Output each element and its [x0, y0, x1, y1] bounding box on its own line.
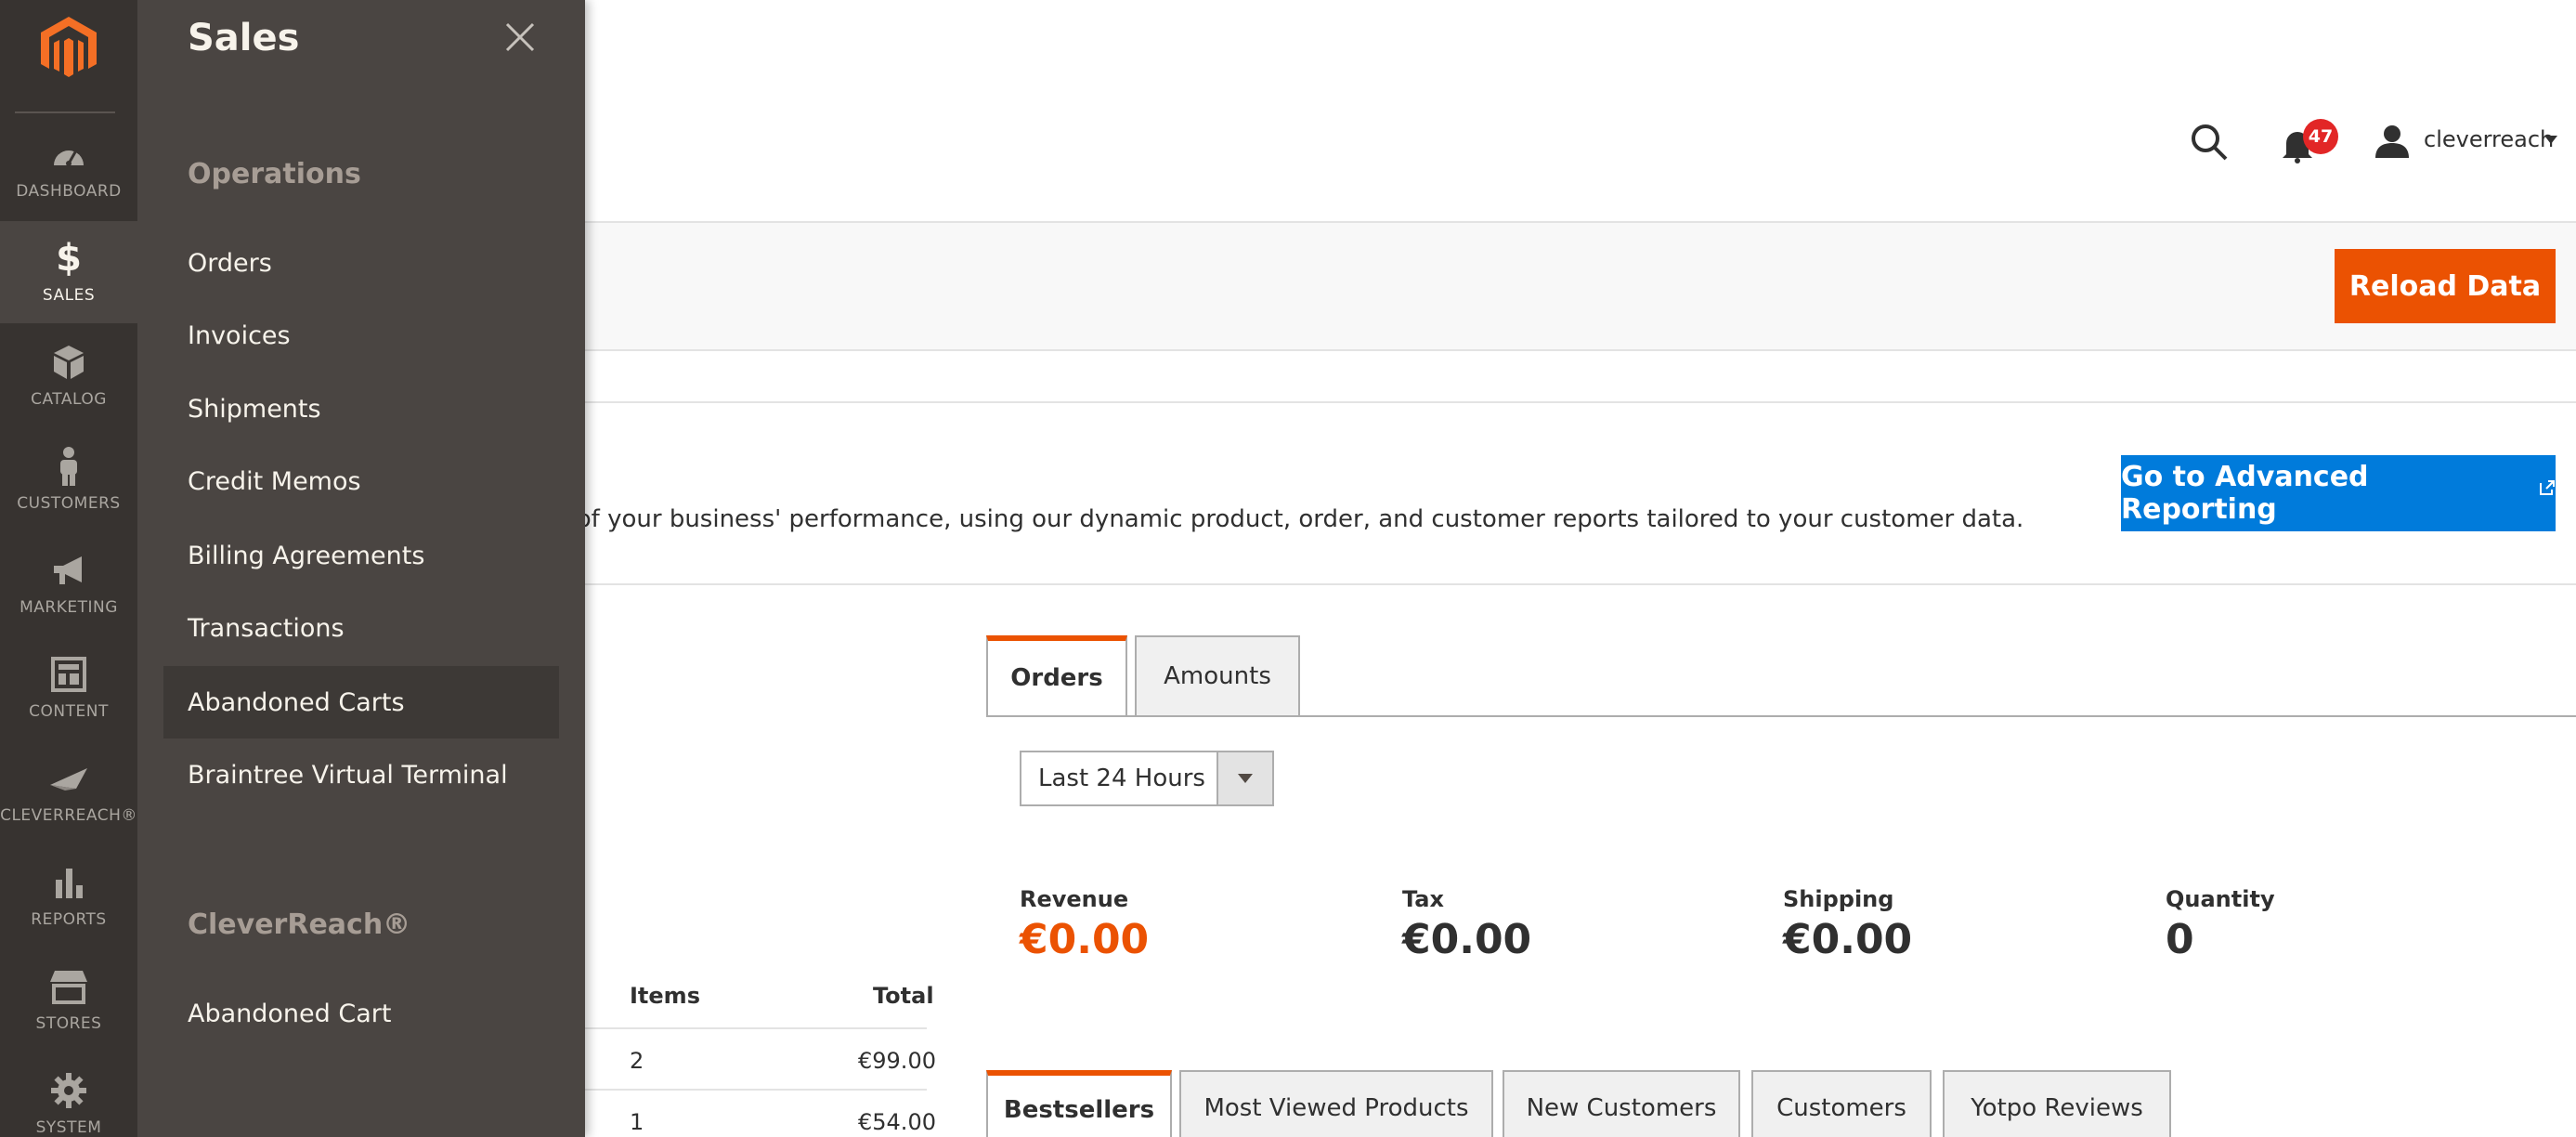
flyout-section-cleverreach: CleverReach®: [188, 908, 411, 941]
notification-count-badge[interactable]: 47: [2303, 119, 2338, 154]
nav-label-catalog: CATALOG: [31, 390, 107, 409]
stat-shipping: Shipping €0.00: [1783, 886, 1912, 963]
logo-divider: [15, 111, 115, 113]
nav-item-catalog[interactable]: CATALOG: [0, 325, 137, 427]
bar-chart-icon: [48, 862, 89, 903]
nav-label-customers: CUSTOMERS: [17, 494, 121, 513]
nav-item-cleverreach[interactable]: CLEVERREACH®: [0, 741, 137, 843]
stat-label: Tax: [1402, 886, 1444, 912]
username[interactable]: cleverreach: [2424, 126, 2554, 152]
stat-value: €0.00: [1783, 916, 1913, 963]
nav-item-system[interactable]: SYSTEM: [0, 1053, 137, 1137]
stat-value: 0: [2166, 916, 2194, 963]
stat-label: Revenue: [1020, 886, 1129, 912]
nav-label-system: SYSTEM: [35, 1118, 102, 1137]
dollar-icon: $: [56, 237, 82, 280]
flyout-item-abandoned-carts[interactable]: Abandoned Carts: [163, 666, 559, 738]
table-cell-total: €54.00: [858, 1109, 936, 1135]
nav-label-dashboard: DASHBOARD: [16, 182, 122, 201]
magento-logo-icon[interactable]: [33, 13, 104, 84]
stat-quantity: Quantity 0: [2166, 886, 2275, 963]
nav-item-dashboard[interactable]: DASHBOARD: [0, 117, 137, 219]
gear-icon: [48, 1070, 89, 1111]
nav-label-cleverreach: CLEVERREACH®: [0, 806, 137, 825]
search-icon[interactable]: [2190, 123, 2229, 162]
flyout-item-transactions[interactable]: Transactions: [163, 592, 559, 664]
user-icon[interactable]: [2374, 123, 2411, 160]
tab-new-customers[interactable]: New Customers: [1503, 1070, 1740, 1137]
nav-label-sales: SALES: [42, 286, 96, 305]
table-cell-items: 1: [630, 1109, 644, 1135]
tab-most-viewed-products[interactable]: Most Viewed Products: [1179, 1070, 1493, 1137]
advanced-reporting-description: d of your business' performance, using o…: [553, 505, 2024, 533]
flyout-title: Sales: [188, 17, 300, 59]
period-select[interactable]: Last 24 Hours: [1020, 751, 1274, 806]
stat-value: €0.00: [1020, 916, 1150, 963]
store-icon: [48, 966, 89, 1007]
dashboard-gauge-icon: [48, 134, 89, 175]
nav-item-stores[interactable]: STORES: [0, 949, 137, 1052]
flyout-item-credit-memos[interactable]: Credit Memos: [163, 445, 559, 517]
table-header-items: Items: [630, 983, 700, 1009]
external-link-icon: [2539, 471, 2556, 503]
sales-flyout-menu: Sales Operations Orders Invoices Shipmen…: [137, 0, 585, 1137]
stat-revenue: Revenue €0.00: [1020, 886, 1149, 963]
tab-yotpo-reviews[interactable]: Yotpo Reviews: [1943, 1070, 2171, 1137]
nav-label-reports: REPORTS: [31, 910, 107, 929]
tab-bestsellers[interactable]: Bestsellers: [986, 1070, 1172, 1137]
nav-item-reports[interactable]: REPORTS: [0, 845, 137, 948]
nav-label-marketing: MARKETING: [20, 598, 118, 617]
tab-orders[interactable]: Orders: [986, 635, 1127, 715]
stat-value: €0.00: [1402, 916, 1532, 963]
chevron-down-icon[interactable]: [2544, 136, 2557, 144]
flyout-item-invoices[interactable]: Invoices: [163, 299, 559, 372]
main-navigation: DASHBOARD $ SALES CATALOG CUSTOMERS MARK…: [0, 0, 137, 1137]
tab-amounts[interactable]: Amounts: [1135, 635, 1300, 715]
stat-label: Quantity: [2166, 886, 2275, 912]
table-cell-total: €99.00: [858, 1048, 936, 1074]
table-cell-items: 2: [630, 1048, 644, 1074]
layout-icon: [48, 654, 89, 695]
stat-tax: Tax €0.00: [1402, 886, 1531, 963]
tab-customers[interactable]: Customers: [1751, 1070, 1932, 1137]
period-select-value: Last 24 Hours: [1038, 765, 1205, 792]
flyout-item-shipments[interactable]: Shipments: [163, 372, 559, 445]
nav-item-customers[interactable]: CUSTOMERS: [0, 429, 137, 531]
table-header-total: Total: [873, 983, 934, 1009]
paper-plane-icon: [48, 758, 89, 799]
period-select-toggle[interactable]: [1216, 752, 1272, 804]
nav-item-content[interactable]: CONTENT: [0, 637, 137, 739]
flyout-item-braintree-virtual-terminal[interactable]: Braintree Virtual Terminal: [163, 738, 559, 811]
table-divider: [585, 1027, 927, 1029]
nav-item-marketing[interactable]: MARKETING: [0, 533, 137, 635]
page-actions-bar: [585, 221, 2576, 351]
megaphone-icon: [48, 550, 89, 591]
go-to-advanced-reporting-button[interactable]: Go to Advanced Reporting: [2121, 455, 2556, 531]
divider: [585, 583, 2576, 585]
close-icon[interactable]: [503, 20, 537, 54]
flyout-item-orders[interactable]: Orders: [163, 227, 559, 299]
nav-label-stores: STORES: [35, 1014, 102, 1033]
nav-item-sales[interactable]: $ SALES: [0, 221, 137, 323]
flyout-section-operations: Operations: [188, 158, 361, 190]
divider: [585, 401, 2576, 403]
chevron-down-icon: [1238, 774, 1254, 783]
advanced-reporting-label: Go to Advanced Reporting: [2121, 461, 2369, 526]
flyout-item-abandoned-cart[interactable]: Abandoned Cart: [163, 977, 559, 1050]
cube-icon: [48, 342, 89, 383]
person-icon: [48, 446, 89, 487]
reload-data-button[interactable]: Reload Data: [2335, 249, 2556, 323]
flyout-item-billing-agreements[interactable]: Billing Agreements: [163, 519, 559, 592]
table-divider: [585, 1089, 927, 1091]
stat-label: Shipping: [1783, 886, 1894, 912]
tab-baseline: [986, 715, 2576, 717]
nav-label-content: CONTENT: [29, 702, 109, 721]
